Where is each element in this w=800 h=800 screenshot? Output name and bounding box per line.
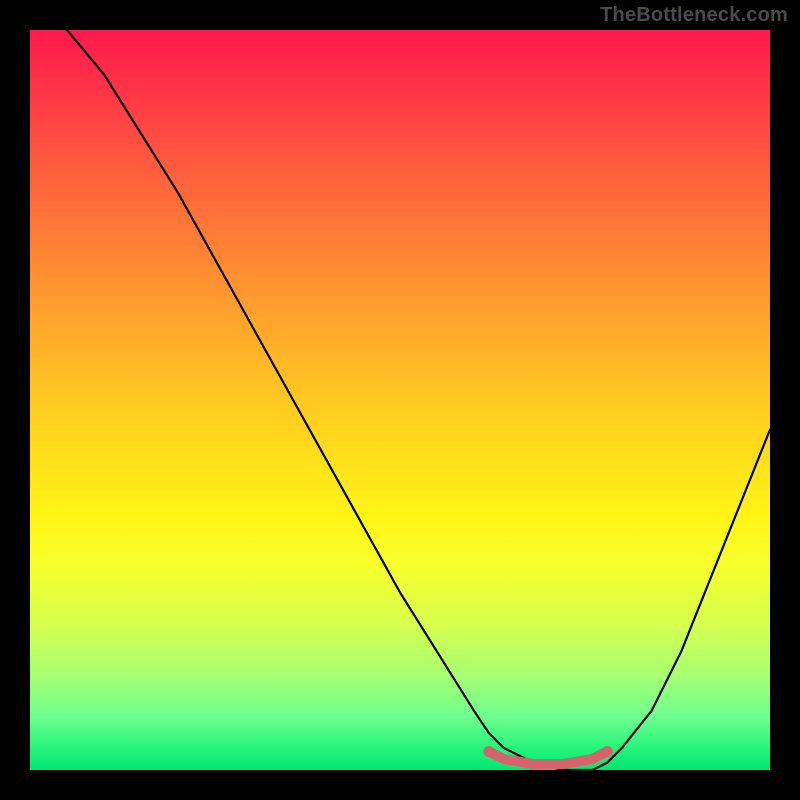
trough-dot-right (602, 746, 613, 757)
curve-layer (30, 30, 770, 770)
plot-area (30, 30, 770, 770)
trough-highlight (489, 752, 607, 765)
bottleneck-curve (67, 30, 770, 770)
trough-dot-left (483, 746, 494, 757)
chart-frame: TheBottleneck.com (0, 0, 800, 800)
watermark-text: TheBottleneck.com (600, 4, 788, 27)
